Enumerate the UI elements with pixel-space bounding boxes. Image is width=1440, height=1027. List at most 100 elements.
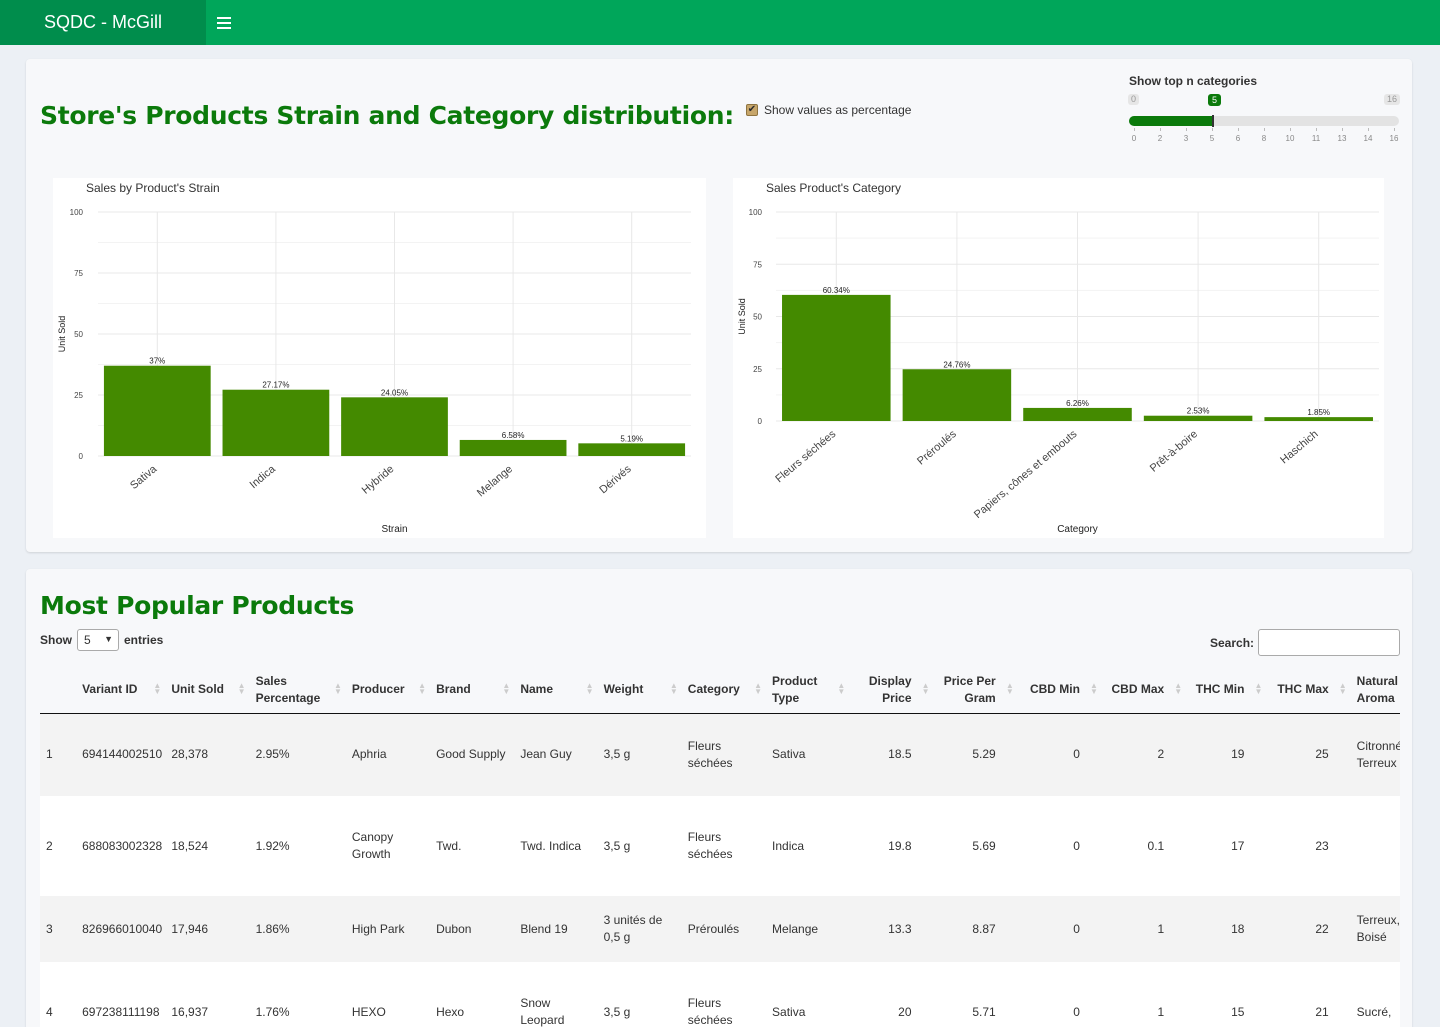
chart-bar[interactable] <box>578 443 686 456</box>
column-header[interactable]: Unit Sold ▲ ▼ <box>165 667 250 714</box>
table-cell: 3 unités de 0,5 g <box>597 896 682 962</box>
column-header[interactable]: CBD Max ▲ ▼ <box>1101 667 1187 714</box>
column-header[interactable]: Brand ▲ ▼ <box>430 667 515 714</box>
sort-icon[interactable]: ▲ ▼ <box>1090 682 1098 696</box>
table-cell: Sativa <box>766 962 850 1027</box>
table-cell: 21 <box>1266 962 1351 1027</box>
chart-bar[interactable] <box>459 439 567 456</box>
slider-tick-mark <box>1316 128 1317 131</box>
sort-icon[interactable]: ▲ ▼ <box>1255 682 1263 696</box>
table-cell: Dubon <box>430 896 515 962</box>
app-logo-title[interactable]: SQDC - McGill <box>0 0 206 45</box>
table-cell: 2.95% <box>249 713 346 796</box>
table-cell: Aphria <box>345 713 431 796</box>
column-header[interactable]: Category ▲ ▼ <box>681 667 767 714</box>
sort-icon[interactable]: ▲ ▼ <box>334 682 342 696</box>
chart-bar[interactable] <box>1023 407 1132 421</box>
search-label: Search: <box>1210 635 1255 650</box>
chart-bar[interactable] <box>222 389 330 456</box>
column-header[interactable]: Natural Aroma <box>1350 667 1400 714</box>
slider-handle[interactable] <box>1212 115 1215 127</box>
chart-bar[interactable] <box>1143 415 1253 421</box>
x-tick-label: Indica <box>248 463 279 492</box>
table-cell: Indica <box>766 796 850 896</box>
table-cell: 18.5 <box>849 713 934 796</box>
x-tick-label: Melange <box>475 463 515 499</box>
column-header[interactable]: Product Type ▲ ▼ <box>766 667 850 714</box>
menu-toggle-icon[interactable] <box>217 14 231 30</box>
sort-icon[interactable]: ▲ ▼ <box>418 682 426 696</box>
top-n-slider[interactable]: Show top n categories 0 5 16 0 2 3 5 6 8 10 11 1… <box>1128 73 1401 153</box>
slider-tick-label: 8 <box>1261 134 1267 143</box>
column-header[interactable]: Sales Percentage ▲ ▼ <box>249 667 346 714</box>
search-input[interactable] <box>1258 629 1401 656</box>
slider-label: Show top n categories <box>1129 74 1258 88</box>
sort-icon[interactable]: ▲ ▼ <box>153 682 161 696</box>
column-header[interactable]: THC Max ▲ ▼ <box>1266 667 1351 714</box>
percentage-checkbox-row[interactable]: ✔ Show values as percentage <box>746 103 911 117</box>
table-cell: 17,946 <box>165 896 250 962</box>
table-cell: 697238111198 <box>76 962 166 1027</box>
category-chart: 0 25 50 75 100 60.34% Fleurs séchées 24.76% Prér… <box>733 178 1384 538</box>
x-tick-label: Hybride <box>360 463 397 497</box>
table-cell: 1.86% <box>249 896 346 962</box>
sort-icon[interactable]: ▲ ▼ <box>1174 682 1182 696</box>
table-cell: 0 <box>1017 962 1102 1027</box>
column-header[interactable]: CBD Min ▲ ▼ <box>1017 667 1102 714</box>
bar-data-label: 6.58% <box>502 431 525 440</box>
column-header[interactable]: Weight ▲ ▼ <box>597 667 682 714</box>
table-cell: Préroulés <box>681 896 767 962</box>
slider-tick-mark <box>1186 128 1187 131</box>
slider-tick-mark <box>1160 128 1161 131</box>
slider-tick-mark <box>1368 128 1369 131</box>
y-tick-label: 25 <box>753 365 762 374</box>
category-chart-svg: 0 25 50 75 100 60.34% Fleurs séchées 24.76% Prér… <box>737 181 1379 535</box>
chart-bar[interactable] <box>341 397 448 456</box>
percentage-checkbox[interactable]: ✔ <box>746 104 758 116</box>
top-navbar: SQDC - McGill <box>0 0 1440 45</box>
sort-icon[interactable]: ▲ ▼ <box>837 682 845 696</box>
table-cell: 0.1 <box>1101 796 1187 896</box>
slider-track[interactable] <box>1129 116 1399 126</box>
table-row[interactable]: 1 694144002510 28,378 2.95% Aphria Good Suppl… <box>40 713 1400 796</box>
table-cell: Citronné, Terreux <box>1350 713 1400 796</box>
column-header-label: Price Per Gram <box>943 673 996 705</box>
chart-bar[interactable] <box>902 369 1012 421</box>
column-header[interactable]: THC Min ▲ ▼ <box>1186 667 1267 714</box>
table-cell: 18 <box>1186 896 1267 962</box>
search-control: Search: <box>1210 629 1401 656</box>
chart-bar[interactable] <box>1264 417 1373 421</box>
column-header[interactable]: Price Per Gram ▲ ▼ <box>933 667 1018 714</box>
column-header-label: Display Price <box>868 673 912 705</box>
slider-value-label: 5 <box>1208 94 1222 106</box>
sort-icon[interactable]: ▲ ▼ <box>922 682 930 696</box>
table-cell: 694144002510 <box>76 713 166 796</box>
column-header[interactable]: Variant ID ▲ ▼ <box>76 667 166 714</box>
table-cell: 20 <box>849 962 934 1027</box>
slider-fill <box>1129 116 1214 126</box>
table-row[interactable]: 2 688083002328 18,524 1.92% Canopy Growth Twd… <box>40 796 1400 896</box>
chart-bar[interactable] <box>103 365 211 456</box>
sort-icon[interactable]: ▲ ▼ <box>586 682 594 696</box>
y-tick-label: 50 <box>74 330 83 339</box>
bar-data-label: 6.26% <box>1066 399 1089 408</box>
sort-icon[interactable]: ▲ ▼ <box>1006 682 1014 696</box>
y-tick-label: 75 <box>74 269 83 278</box>
sort-icon[interactable]: ▲ ▼ <box>670 682 678 696</box>
x-tick-label: Haschich <box>1278 428 1320 466</box>
entries-select[interactable]: 5 ▼ <box>77 629 119 651</box>
sort-icon[interactable]: ▲ ▼ <box>238 682 246 696</box>
column-header[interactable]: Name ▲ ▼ <box>514 667 598 714</box>
slider-tick-label: 0 <box>1131 134 1137 143</box>
sort-icon[interactable]: ▲ ▼ <box>1339 682 1347 696</box>
sort-icon[interactable]: ▲ ▼ <box>754 682 762 696</box>
table-cell: 13.3 <box>849 896 934 962</box>
table-cell: Canopy Growth <box>345 796 431 896</box>
table-row[interactable]: 4 697238111198 16,937 1.76% HEXO Hexo Snow Leo… <box>40 962 1400 1027</box>
table-cell: Sucré, <box>1350 962 1400 1027</box>
column-header[interactable]: Display Price ▲ ▼ <box>849 667 934 714</box>
chart-bar[interactable] <box>782 294 891 421</box>
table-row[interactable]: 3 826966010040 17,946 1.86% High Park Dubon Bl… <box>40 896 1400 962</box>
sort-icon[interactable]: ▲ ▼ <box>502 682 510 696</box>
column-header[interactable]: Producer ▲ ▼ <box>345 667 431 714</box>
